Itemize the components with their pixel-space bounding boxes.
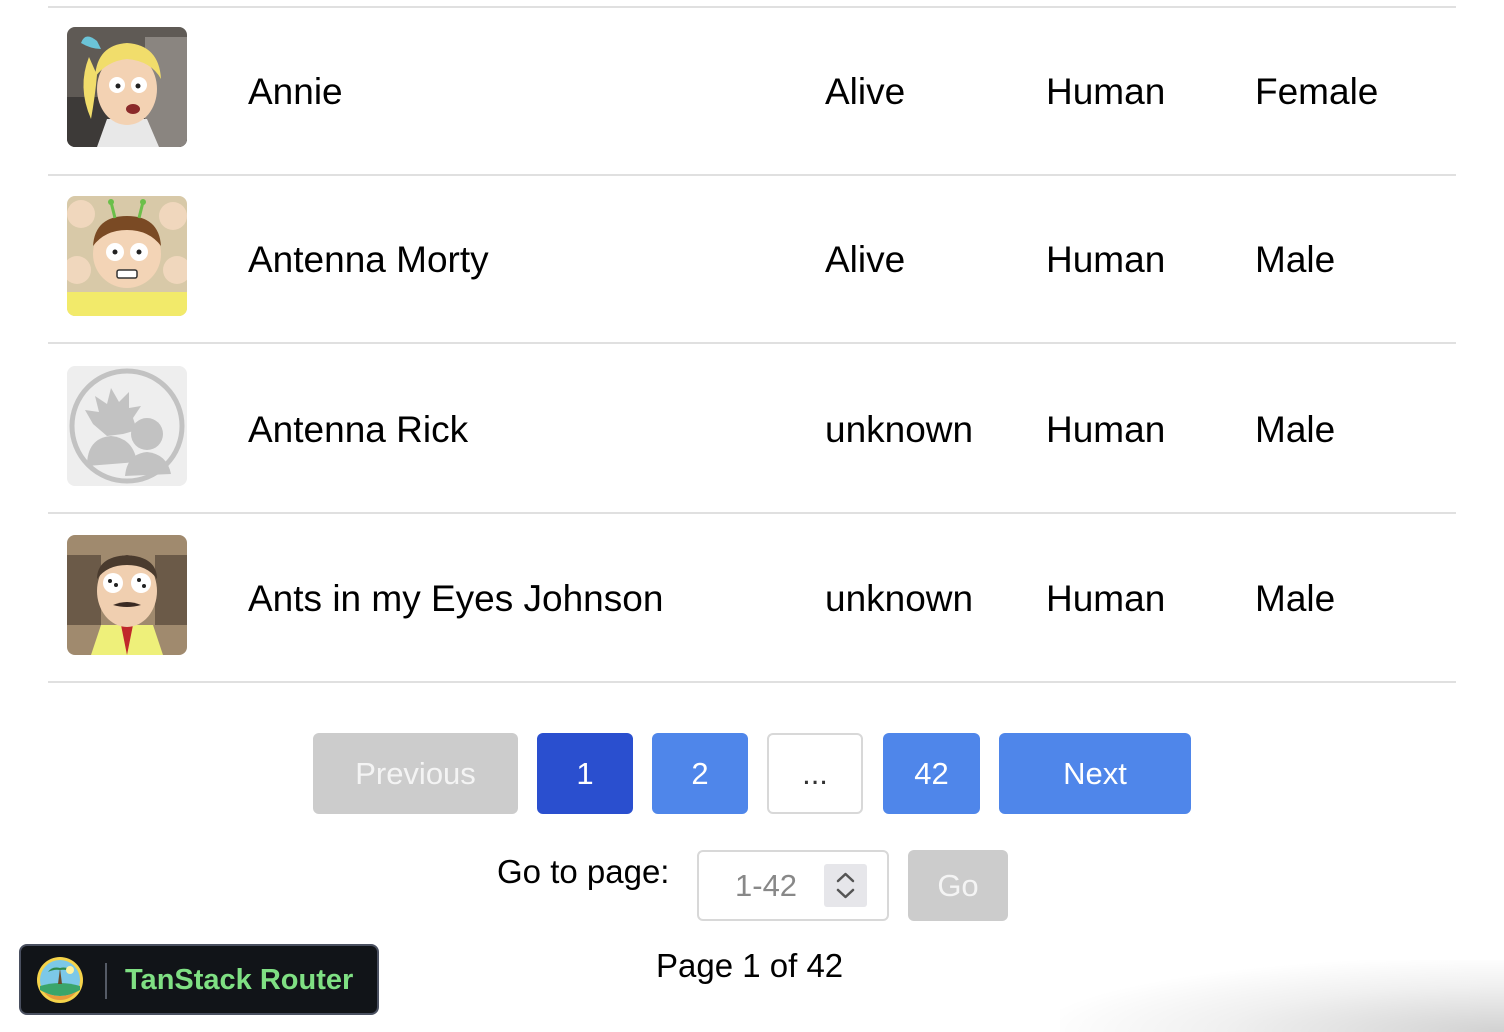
- corner-shadow: [1060, 960, 1504, 1032]
- tanstack-logo-icon: [36, 956, 84, 1004]
- page-1-button[interactable]: 1: [537, 733, 633, 814]
- character-status: unknown: [825, 578, 974, 619]
- table-row[interactable]: Antenna Morty Alive Human Male: [48, 176, 1456, 344]
- go-button[interactable]: Go: [908, 850, 1008, 921]
- goto-page-label: Go to page:: [497, 853, 670, 890]
- table-row[interactable]: Annie Alive Human Female: [48, 8, 1456, 176]
- character-gender: Female: [1255, 71, 1379, 112]
- character-gender: Male: [1255, 239, 1336, 280]
- page-ellipsis: ...: [767, 733, 863, 814]
- character-status: unknown: [825, 409, 974, 450]
- character-name: Ants in my Eyes Johnson: [248, 578, 664, 619]
- antenna-morty-avatar-icon: [67, 196, 187, 316]
- character-status: Alive: [825, 71, 906, 112]
- character-species: Human: [1046, 71, 1166, 112]
- page-2-button[interactable]: 2: [652, 733, 748, 814]
- previous-button[interactable]: Previous: [313, 733, 518, 814]
- character-species: Human: [1046, 409, 1166, 450]
- page-info: Page 1 of 42: [656, 947, 844, 984]
- page-42-button[interactable]: 42: [883, 733, 980, 814]
- character-name: Annie: [248, 71, 343, 112]
- character-species: Human: [1046, 578, 1166, 619]
- number-stepper[interactable]: [824, 864, 867, 907]
- ants-johnson-avatar-icon: [67, 535, 187, 655]
- character-name: Antenna Morty: [248, 239, 489, 280]
- table-row[interactable]: Ants in my Eyes Johnson unknown Human Ma…: [48, 515, 1456, 683]
- next-button[interactable]: Next: [999, 733, 1191, 814]
- stepper-chevrons-icon: [836, 872, 855, 899]
- character-gender: Male: [1255, 409, 1336, 450]
- annie-avatar-icon: [67, 27, 187, 147]
- table-row[interactable]: Antenna Rick unknown Human Male: [48, 346, 1456, 514]
- devtools-separator: [105, 963, 107, 999]
- goto-page-field[interactable]: [697, 850, 889, 921]
- character-status: Alive: [825, 239, 906, 280]
- placeholder-avatar-icon: [67, 366, 187, 486]
- tanstack-devtools-button[interactable]: TanStack Router: [19, 944, 379, 1015]
- character-name: Antenna Rick: [248, 409, 469, 450]
- character-species: Human: [1046, 239, 1166, 280]
- character-gender: Male: [1255, 578, 1336, 619]
- devtools-label: TanStack Router: [125, 964, 354, 996]
- characters-page: Annie Alive Human Female Antenna Morty A…: [0, 0, 1504, 1032]
